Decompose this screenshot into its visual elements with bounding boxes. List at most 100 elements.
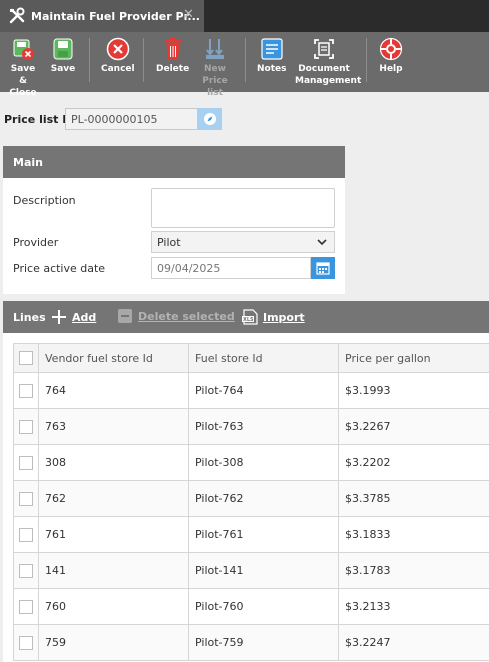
vendor-fuel-store-id-cell[interactable]: 762	[38, 480, 189, 517]
toolbar-divider	[89, 38, 90, 82]
price-per-gallon-cell[interactable]: $3.2202	[338, 444, 489, 481]
price-per-gallon-cell[interactable]: $3.3785	[338, 480, 489, 517]
notes-button[interactable]: Notes	[257, 36, 286, 75]
main-section-header: Main	[3, 146, 345, 178]
price-per-gallon-cell[interactable]: $3.1833	[338, 516, 489, 553]
table-row[interactable]: 760 Pilot-760 $3.2133	[13, 588, 489, 625]
vendor-fuel-store-id-cell[interactable]: 759	[38, 624, 189, 661]
svg-text:XLS: XLS	[243, 317, 254, 323]
table-row[interactable]: 761 Pilot-761 $3.1833	[13, 516, 489, 553]
notes-label: Notes	[257, 64, 287, 74]
price-per-gallon-cell[interactable]: $3.1783	[338, 552, 489, 589]
lines-table: Vendor fuel store Id Fuel store Id Price…	[13, 343, 489, 661]
new-price-list-label: New Price list	[202, 64, 228, 98]
fuel-store-id-cell[interactable]: Pilot-764	[188, 372, 339, 409]
date-picker-button[interactable]	[311, 257, 335, 279]
import-button[interactable]: XLS Import	[241, 309, 305, 325]
new-price-list-icon	[202, 36, 228, 62]
column-header-vendor-fuel-store-id[interactable]: Vendor fuel store Id	[38, 343, 189, 373]
table-row[interactable]: 764 Pilot-764 $3.1993	[13, 372, 489, 409]
title-bar: Maintain Fuel Provider Pr... ✕	[0, 0, 489, 32]
price-active-date-field[interactable]: 09/04/2025	[151, 257, 311, 279]
fuel-store-id-cell[interactable]: Pilot-762	[188, 480, 339, 517]
price-list-id-label: Price list Id	[4, 113, 75, 126]
save-close-label: Save & Close	[9, 64, 37, 98]
table-row[interactable]: 762 Pilot-762 $3.3785	[13, 480, 489, 517]
xls-file-icon: XLS	[242, 309, 258, 325]
select-all-checkbox[interactable]	[19, 351, 33, 365]
table-row[interactable]: 759 Pilot-759 $3.2247	[13, 624, 489, 661]
cancel-button[interactable]: Cancel	[101, 36, 135, 75]
vendor-fuel-store-id-cell[interactable]: 761	[38, 516, 189, 553]
row-checkbox[interactable]	[19, 455, 33, 470]
cancel-icon	[105, 36, 131, 62]
help-button[interactable]: Help	[378, 36, 404, 75]
cancel-label: Cancel	[101, 64, 135, 74]
row-checkbox[interactable]	[19, 491, 33, 506]
delete-selected-button[interactable]: Delete selected	[118, 309, 235, 323]
column-header-price-per-gallon[interactable]: Price per gallon	[338, 343, 489, 373]
row-select-cell	[13, 480, 39, 517]
row-select-cell	[13, 552, 39, 589]
notes-icon	[259, 36, 285, 62]
table-row[interactable]: 141 Pilot-141 $3.1783	[13, 552, 489, 589]
vendor-fuel-store-id-cell[interactable]: 141	[38, 552, 189, 589]
chevron-down-icon	[317, 239, 327, 246]
price-per-gallon-cell[interactable]: $3.1993	[338, 372, 489, 409]
document-management-button[interactable]: Document Management	[295, 36, 362, 87]
lines-title: Lines	[13, 311, 46, 324]
vendor-fuel-store-id-cell[interactable]: 760	[38, 588, 189, 625]
delete-button[interactable]: Delete	[156, 36, 189, 75]
description-field[interactable]	[151, 188, 335, 228]
vendor-fuel-store-id-cell[interactable]: 763	[38, 408, 189, 445]
price-per-gallon-cell[interactable]: $3.2247	[338, 624, 489, 661]
row-select-cell	[13, 444, 39, 481]
plus-icon	[52, 310, 66, 324]
provider-select[interactable]: Pilot	[151, 231, 335, 253]
vendor-fuel-store-id-cell[interactable]: 308	[38, 444, 189, 481]
add-line-button[interactable]: Add	[51, 309, 96, 325]
row-checkbox[interactable]	[19, 527, 33, 542]
help-label: Help	[379, 64, 403, 74]
compass-icon	[204, 113, 216, 125]
import-label: Import	[263, 310, 305, 324]
fuel-store-id-cell[interactable]: Pilot-760	[188, 588, 339, 625]
fuel-store-id-cell[interactable]: Pilot-308	[188, 444, 339, 481]
fuel-store-id-cell[interactable]: Pilot-761	[188, 516, 339, 553]
document-tab[interactable]: Maintain Fuel Provider Pr... ✕	[0, 0, 204, 32]
fuel-store-id-cell[interactable]: Pilot-141	[188, 552, 339, 589]
row-checkbox[interactable]	[19, 599, 33, 614]
row-checkbox[interactable]	[19, 563, 33, 578]
save-button[interactable]: Save	[50, 36, 76, 75]
price-active-date-label: Price active date	[13, 262, 106, 275]
price-list-lookup-button[interactable]	[198, 108, 222, 130]
row-select-cell	[13, 588, 39, 625]
fuel-store-id-cell[interactable]: Pilot-763	[188, 408, 339, 445]
row-checkbox[interactable]	[19, 383, 33, 398]
document-management-label: Document Management	[295, 64, 362, 86]
provider-value: Pilot	[157, 236, 181, 249]
delete-selected-label: Delete selected	[138, 309, 235, 323]
table-row[interactable]: 763 Pilot-763 $3.2267	[13, 408, 489, 445]
row-checkbox[interactable]	[19, 419, 33, 434]
tab-close-icon[interactable]: ✕	[183, 7, 194, 22]
price-list-id-field: PL-0000000105	[65, 108, 198, 130]
row-select-cell	[13, 624, 39, 661]
vendor-fuel-store-id-cell[interactable]: 764	[38, 372, 189, 409]
column-header-fuel-store-id[interactable]: Fuel store Id	[188, 343, 339, 373]
table-row[interactable]: 308 Pilot-308 $3.2202	[13, 444, 489, 481]
select-all-cell	[13, 343, 39, 373]
save-label: Save	[50, 64, 76, 74]
price-per-gallon-cell[interactable]: $3.2267	[338, 408, 489, 445]
row-checkbox[interactable]	[19, 635, 33, 650]
save-icon	[50, 36, 76, 62]
tools-icon	[9, 7, 25, 24]
trash-icon	[160, 36, 186, 62]
tab-title: Maintain Fuel Provider Pr...	[31, 9, 200, 23]
fuel-store-id-cell[interactable]: Pilot-759	[188, 624, 339, 661]
save-close-button[interactable]: Save & Close	[6, 36, 40, 99]
description-label: Description	[13, 194, 76, 207]
price-per-gallon-cell[interactable]: $3.2133	[338, 588, 489, 625]
toolbar-divider	[245, 38, 246, 82]
new-price-list-button[interactable]: New Price list	[195, 36, 235, 99]
